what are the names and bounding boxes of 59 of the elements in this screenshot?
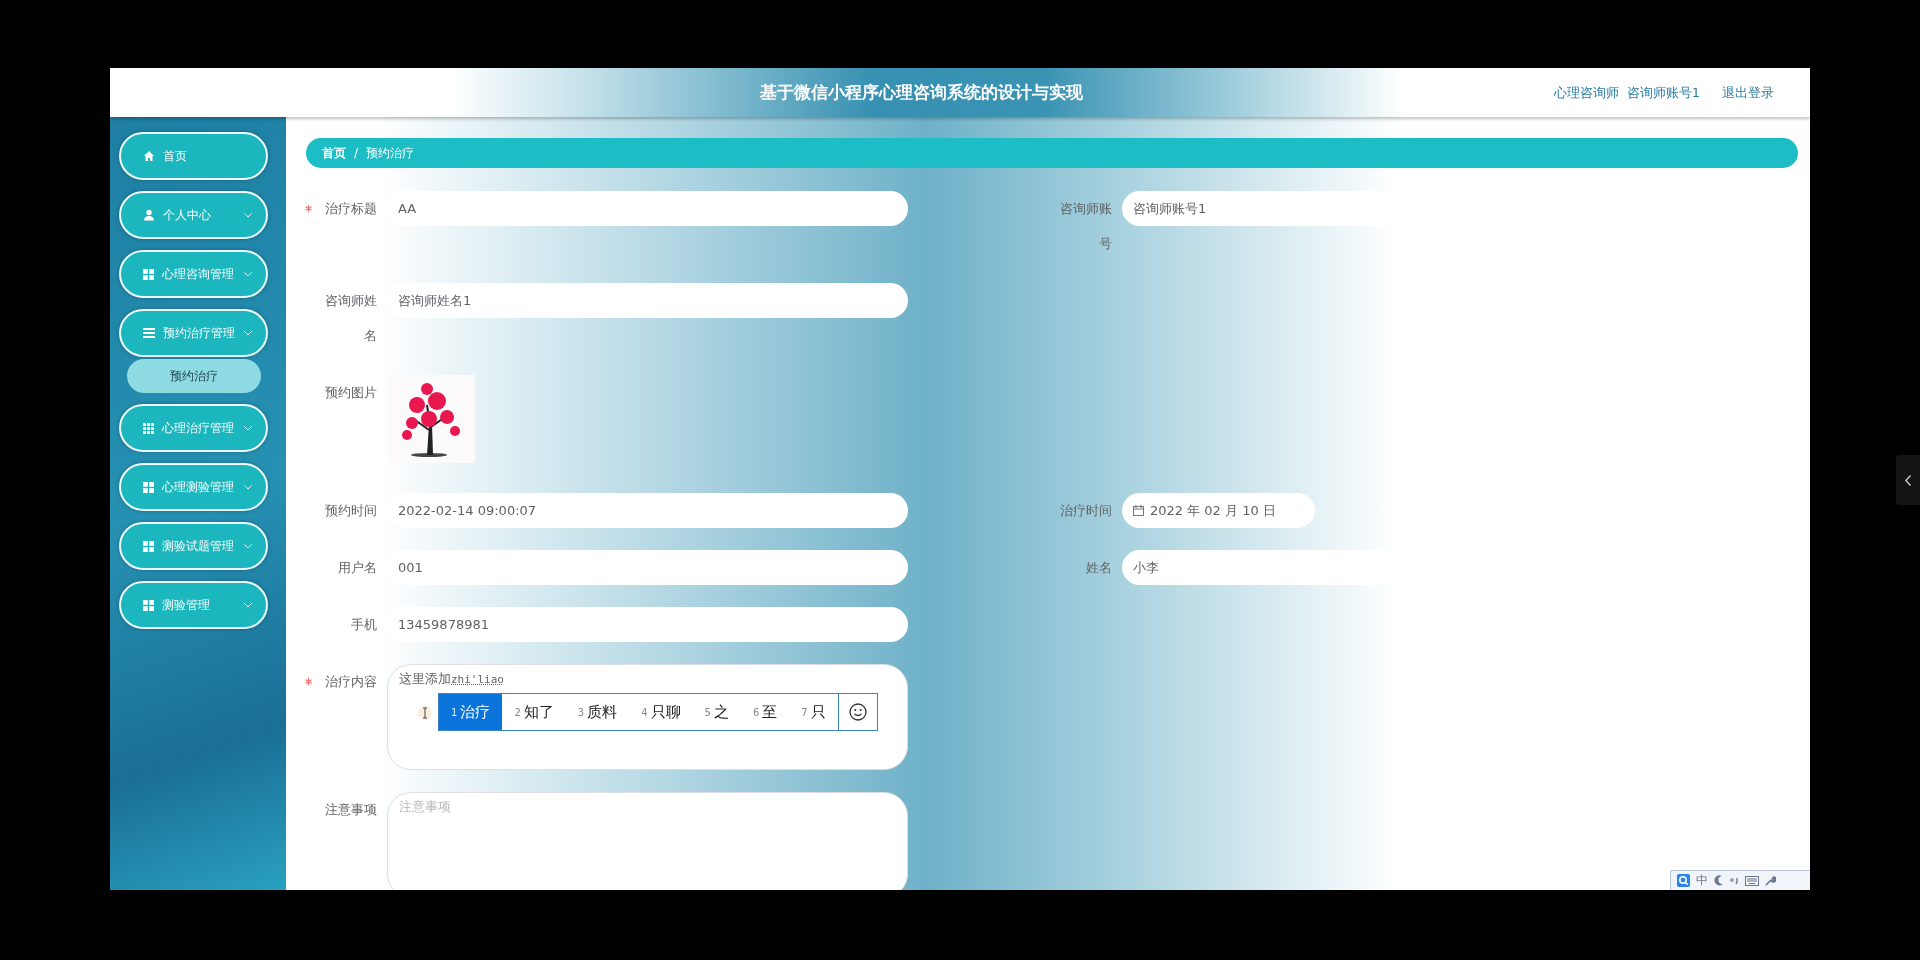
caret-icon <box>244 330 252 336</box>
list-icon <box>143 328 155 338</box>
caret-icon <box>244 212 252 218</box>
search-icon[interactable] <box>1677 874 1690 887</box>
text-area[interactable]: 这里添加zhi'liao 1 治疗 2 知了 3 质料 4 只聊 5 之 6 至 7 只 <box>387 664 908 770</box>
required-icon <box>305 678 312 685</box>
caret-icon <box>244 602 252 608</box>
grid-icon <box>143 540 154 552</box>
text-field[interactable]: 2022-02-14 09:00:07 <box>387 493 908 528</box>
candidate[interactable]: 7 只 <box>789 694 838 730</box>
logout-link[interactable]: 退出登录 <box>1722 83 1774 102</box>
candidate[interactable]: 2 知了 <box>502 694 566 730</box>
user-account: 咨询师账号1 <box>1626 83 1700 102</box>
side-panel-tab[interactable] <box>1896 455 1920 505</box>
caret-icon <box>244 271 252 277</box>
field-label: 咨询师姓名 <box>324 292 377 345</box>
text-field[interactable]: 001 <box>387 550 908 585</box>
candidate[interactable]: 6 至 <box>740 694 790 730</box>
text-field[interactable]: 13459878981 <box>387 607 908 642</box>
caret-icon <box>244 425 252 431</box>
field-label: 用户名 <box>337 559 377 577</box>
field-label: 治疗标题 <box>324 200 377 218</box>
field-label: 姓名 <box>1085 559 1112 577</box>
caret-icon <box>244 543 252 549</box>
breadcrumb-separator: / <box>354 146 359 160</box>
calendar-icon <box>1133 505 1144 516</box>
submenu-item[interactable]: 预约治疗 <box>127 359 261 393</box>
home-icon <box>143 150 155 162</box>
candidate[interactable]: 1 治疗 <box>439 694 503 730</box>
keyboard-icon[interactable] <box>1745 875 1759 886</box>
grid-icon <box>143 599 154 611</box>
field-label: 预约时间 <box>324 502 377 520</box>
field-label: 咨询师账号 <box>1059 200 1112 253</box>
grid-icon <box>143 268 154 280</box>
smiley-icon[interactable] <box>848 703 867 721</box>
field-label: 预约图片 <box>324 384 377 402</box>
grid-icon <box>143 422 154 434</box>
user-role: 心理咨询师 <box>1553 83 1619 102</box>
candidate[interactable]: 3 质料 <box>565 694 630 730</box>
punctuation-icon[interactable] <box>1730 876 1739 885</box>
field-label: 治疗内容 <box>324 673 377 691</box>
wrench-icon[interactable] <box>1765 875 1776 886</box>
text-cursor-icon <box>418 705 432 721</box>
date-field[interactable]: 2022 年 02 月 10 日 <box>1122 493 1315 528</box>
field-label: 手机 <box>350 616 377 634</box>
caret-icon <box>244 484 252 490</box>
site-title: 基于微信小程序心理咨询系统的设计与实现 <box>760 83 1084 102</box>
text-field[interactable]: 咨询师姓名1 <box>387 283 908 318</box>
field-label: 注意事项 <box>324 801 377 819</box>
user-icon <box>143 209 155 221</box>
chevron-left-icon <box>1905 474 1911 486</box>
text-field[interactable]: AA <box>387 191 908 226</box>
field-label: 治疗时间 <box>1059 502 1112 520</box>
input-mode[interactable]: 中 <box>1696 872 1708 889</box>
grid-icon <box>143 481 154 493</box>
required-icon <box>305 205 312 212</box>
candidate[interactable]: 4 只聊 <box>629 694 693 730</box>
moon-icon[interactable] <box>1714 875 1724 886</box>
candidate[interactable]: 5 之 <box>692 694 741 730</box>
